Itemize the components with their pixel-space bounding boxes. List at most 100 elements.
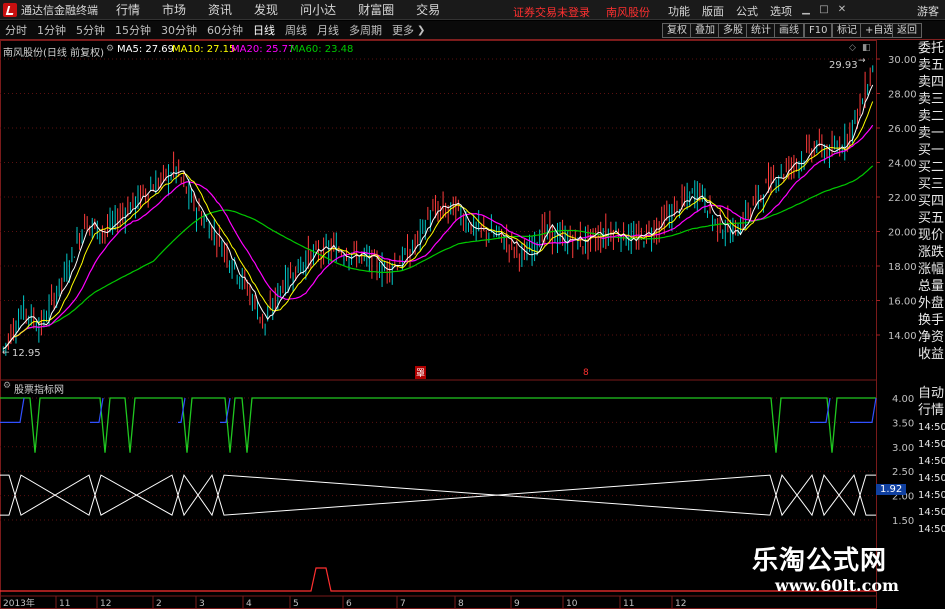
watermark-title: 乐淘公式网: [752, 546, 888, 576]
side-item-0[interactable]: 委托: [918, 40, 945, 57]
guest-user[interactable]: 游客: [917, 3, 939, 19]
login-status-text[interactable]: 证券交易未登录: [513, 4, 590, 20]
arrow-left-icon: ←: [2, 348, 10, 358]
side-item-14[interactable]: 总量: [918, 278, 945, 295]
app-title: 通达信金融终端: [21, 3, 98, 17]
side-item-3[interactable]: 卖三: [918, 91, 945, 108]
menu-item-faxian[interactable]: 发现: [254, 1, 278, 18]
side-item-auto[interactable]: 自动: [918, 385, 945, 402]
draw-line-button[interactable]: 画线: [774, 23, 804, 38]
tab-intraday[interactable]: 分时: [0, 22, 32, 38]
stock-name-header: 南风股份: [606, 6, 650, 19]
kline-chart[interactable]: 30.0028.0026.0024.0022.0020.0018.0016.00…: [0, 40, 918, 609]
indicator-gear-icon[interactable]: ⚙: [3, 381, 11, 391]
overlay-button[interactable]: 叠加: [690, 23, 720, 38]
side-item-4[interactable]: 卖二: [918, 108, 945, 125]
arrow-right-icon: →: [858, 56, 866, 66]
price-tick-label: 18.00: [888, 262, 917, 273]
side-item-13[interactable]: 涨幅: [918, 261, 945, 278]
side-item-6[interactable]: 买一: [918, 142, 945, 159]
gear-icon[interactable]: ⚙: [106, 44, 114, 54]
indicator-blue-line: [0, 397, 25, 423]
side-item-12[interactable]: 涨跌: [918, 244, 945, 261]
side-item-2[interactable]: 卖四: [918, 74, 945, 91]
chevron-right-icon[interactable]: ❯: [417, 25, 425, 36]
mark-button[interactable]: 标记: [832, 23, 862, 38]
menu-options[interactable]: 选项: [770, 3, 792, 19]
side-item-10[interactable]: 买五: [918, 210, 945, 227]
watermark-url: www.60lt.com: [775, 576, 899, 595]
menu-item-caifuquan[interactable]: 财富圈: [358, 1, 394, 18]
time-label-6: 14:50: [918, 507, 945, 518]
side-item-8[interactable]: 买三: [918, 176, 945, 193]
maximize-icon[interactable]: □: [818, 4, 830, 16]
date-label: 6: [346, 599, 352, 609]
app-logo-icon: [3, 2, 17, 17]
quote-side-panel: 委托 卖五 卖四 卖三 卖二 卖一 买一 买二 买三 买四 买五 现价 涨跌 涨幅 总量 外盘 换手 净资 收益: [918, 40, 945, 363]
menu-item-zixun[interactable]: 资讯: [208, 1, 232, 18]
price-tick-label: 14.00: [888, 331, 917, 342]
low-price-label: 12.95: [12, 348, 41, 359]
side-item-15[interactable]: 外盘: [918, 295, 945, 312]
menu-item-jiaoyi[interactable]: 交易: [416, 1, 440, 18]
panel-toggle-icon[interactable]: ◧: [862, 43, 871, 53]
statistics-button[interactable]: 统计: [746, 23, 776, 38]
tab-5min[interactable]: 5分钟: [71, 22, 110, 38]
price-tick-label: 22.00: [888, 193, 917, 204]
side-item-1[interactable]: 卖五: [918, 57, 945, 74]
minimize-icon[interactable]: ▁: [800, 4, 812, 16]
volume-pulse-line: [0, 567, 876, 592]
high-price-label: 29.93: [829, 60, 858, 71]
ma20-label: MA20: 25.77: [231, 44, 295, 55]
date-label: 2: [156, 599, 162, 609]
back-button[interactable]: 返回: [892, 23, 922, 38]
event-marker[interactable]: 罩: [415, 366, 427, 379]
ma20-line: [2, 124, 874, 350]
restore-rights-button[interactable]: 复权: [662, 23, 692, 38]
side-item-5[interactable]: 卖一: [918, 125, 945, 142]
f10-button[interactable]: F10: [804, 23, 833, 38]
tab-multi-period[interactable]: 多周期: [344, 22, 387, 38]
side-item-11[interactable]: 现价: [918, 227, 945, 244]
tab-30min[interactable]: 30分钟: [156, 22, 202, 38]
tab-15min[interactable]: 15分钟: [110, 22, 156, 38]
chart-grid: [0, 40, 877, 609]
date-axis: 2013年 11 12 2 3 4 5 6 7 8 9 10 11 12: [0, 596, 686, 609]
tab-daily[interactable]: 日线: [248, 22, 280, 38]
menu-item-shichang[interactable]: 市场: [162, 1, 186, 18]
close-icon[interactable]: ✕: [836, 4, 848, 16]
side-item-18[interactable]: 收益: [918, 346, 945, 363]
menu-formula[interactable]: 公式: [736, 3, 758, 19]
diamond-icon[interactable]: ◇: [849, 43, 856, 53]
side-item-9[interactable]: 买四: [918, 193, 945, 210]
indicator-tick-label: 4.00: [892, 394, 914, 405]
tab-1min[interactable]: 1分钟: [32, 22, 71, 38]
menu-item-wenxiaoda[interactable]: 问小达: [300, 1, 336, 18]
event-marker-2[interactable]: 8: [583, 368, 589, 378]
tab-monthly[interactable]: 月线: [312, 22, 344, 38]
side-item-17[interactable]: 净资: [918, 329, 945, 346]
indicator-blue-line: [90, 397, 104, 423]
side-item-7[interactable]: 买二: [918, 159, 945, 176]
price-tick-label: 24.00: [888, 159, 917, 170]
tab-60min[interactable]: 60分钟: [202, 22, 248, 38]
price-tick-label: 16.00: [888, 297, 917, 308]
menu-item-hangqing[interactable]: 行情: [116, 1, 140, 18]
multi-stock-button[interactable]: 多股: [718, 23, 748, 38]
price-tick-label: 26.00: [888, 124, 917, 135]
date-label: 9: [514, 599, 520, 609]
tab-weekly[interactable]: 周线: [280, 22, 312, 38]
menu-layout[interactable]: 版面: [702, 3, 724, 19]
time-label-1: 14:50: [918, 422, 945, 433]
date-label: 10: [566, 599, 578, 609]
price-axis: 30.00 28.00 26.00 24.00 22.00 20.00 18.00 16.00…: [876, 55, 917, 527]
ma60-label: MA60: 23.48: [290, 44, 354, 55]
menu-function[interactable]: 功能: [668, 3, 690, 19]
indicator-lines: [0, 397, 877, 592]
indicator-current-value: 1.92: [876, 484, 907, 495]
side-item-16[interactable]: 换手: [918, 312, 945, 329]
date-label: 5: [293, 599, 299, 609]
tab-more[interactable]: 更多: [387, 22, 419, 38]
chart-frame: [0, 40, 877, 609]
indicator-tick-label: 1.50: [892, 516, 914, 527]
